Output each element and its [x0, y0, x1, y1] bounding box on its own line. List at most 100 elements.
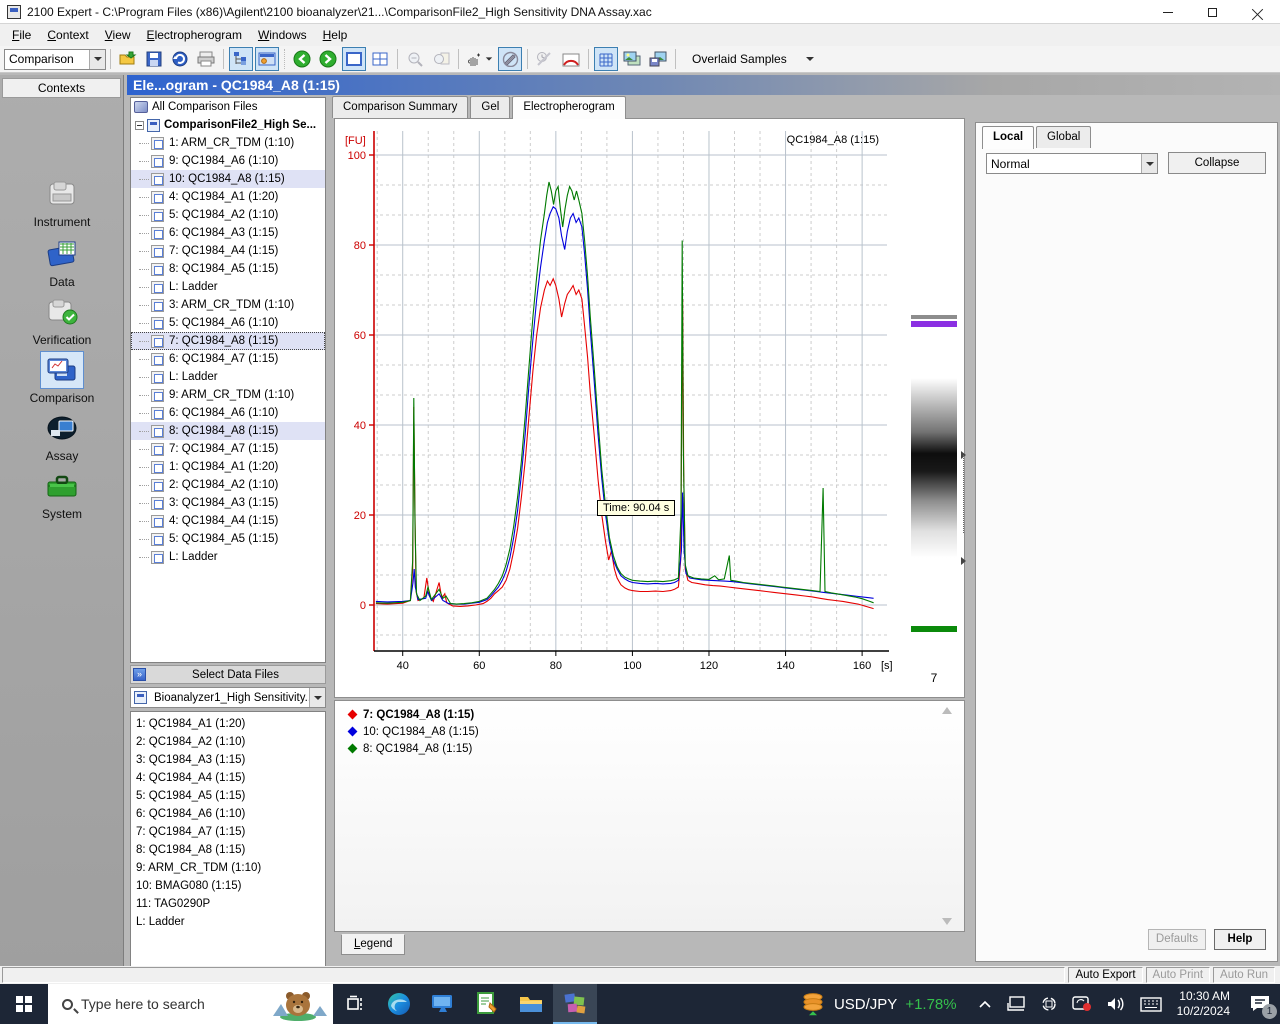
tree-sample-item[interactable]: 1: ARM_CR_TDM (1:10): [131, 134, 325, 152]
tree-sample-item[interactable]: 9: QC1984_A6 (1:10): [131, 152, 325, 170]
start-button[interactable]: [0, 984, 48, 1024]
scroll-down-icon[interactable]: [942, 918, 952, 925]
legend-entry[interactable]: 10: QC1984_A8 (1:15): [335, 723, 964, 740]
open-file-button[interactable]: [116, 47, 140, 71]
tab-gel[interactable]: Gel: [470, 96, 511, 118]
pan-tool-button[interactable]: [464, 47, 496, 71]
undo-button[interactable]: [168, 47, 192, 71]
tree-sample-item[interactable]: 5: QC1984_A6 (1:10): [131, 314, 325, 332]
data-file-item[interactable]: 8: QC1984_A8 (1:15): [131, 841, 325, 859]
data-file-item[interactable]: 4: QC1984_A4 (1:15): [131, 769, 325, 787]
sample-checkbox[interactable]: [151, 154, 164, 168]
context-item-verification[interactable]: Verification: [0, 293, 124, 347]
bioanalyzer-app-button[interactable]: [553, 984, 597, 1024]
sample-checkbox[interactable]: [151, 172, 164, 186]
sample-checkbox[interactable]: [151, 406, 164, 420]
data-file-item[interactable]: 2: QC1984_A2 (1:10): [131, 733, 325, 751]
tree-sample-item[interactable]: L: Ladder: [131, 278, 325, 296]
sample-checkbox[interactable]: [151, 244, 164, 258]
tree-sample-item[interactable]: 6: QC1984_A3 (1:15): [131, 224, 325, 242]
single-view-button[interactable]: [342, 47, 366, 71]
data-file-item[interactable]: L: Ladder: [131, 913, 325, 931]
scale-mode-select[interactable]: Normal: [986, 153, 1158, 174]
tree-sample-item[interactable]: 1: QC1984_A1 (1:20): [131, 458, 325, 476]
tree-sample-item[interactable]: 6: QC1984_A7 (1:15): [131, 350, 325, 368]
data-file-list[interactable]: 1: QC1984_A1 (1:20) 2: QC1984_A2 (1:10) 3:…: [130, 711, 326, 972]
tree-sample-item[interactable]: 3: QC1984_A3 (1:15): [131, 494, 325, 512]
menu-file[interactable]: File: [4, 25, 39, 45]
sample-checkbox[interactable]: [151, 208, 164, 222]
tree-comparison-file[interactable]: ComparisonFile2_High Se...: [131, 116, 325, 134]
data-file-item[interactable]: 9: ARM_CR_TDM (1:10): [131, 859, 325, 877]
tree-sample-item[interactable]: 10: QC1984_A8 (1:15): [131, 170, 325, 188]
menu-view[interactable]: View: [97, 25, 139, 45]
legend-tab[interactable]: Legend: [341, 934, 406, 955]
grid-view-button[interactable]: [368, 47, 392, 71]
scroll-up-icon[interactable]: [942, 707, 952, 714]
gel-lane[interactable]: [909, 121, 959, 667]
tree-sample-item[interactable]: 5: QC1984_A2 (1:10): [131, 206, 325, 224]
sample-checkbox[interactable]: [151, 478, 164, 492]
tab-global[interactable]: Global: [1036, 126, 1092, 148]
tree-sample-item[interactable]: L: Ladder: [131, 368, 325, 386]
sample-checkbox[interactable]: [151, 442, 164, 456]
toggle-panel-button[interactable]: [255, 47, 279, 71]
auto-run-indicator[interactable]: Auto Run: [1213, 967, 1275, 983]
back-button[interactable]: [290, 47, 314, 71]
update-alert-icon[interactable]: [1071, 995, 1092, 1013]
data-file-item[interactable]: 7: QC1984_A7 (1:15): [131, 823, 325, 841]
save-button[interactable]: [142, 47, 166, 71]
sample-checkbox[interactable]: [151, 226, 164, 240]
tree-sample-item[interactable]: 7: QC1984_A8 (1:15): [131, 332, 325, 350]
tree-root[interactable]: All Comparison Files: [131, 98, 325, 116]
toggle-tree-button[interactable]: [229, 47, 253, 71]
collapse-expander-icon[interactable]: [135, 120, 144, 130]
currency-ticker[interactable]: USD/JPY +1.78%: [800, 991, 957, 1017]
data-file-item[interactable]: 11: TAG0290P: [131, 895, 325, 913]
notification-center-button[interactable]: 1: [1240, 984, 1280, 1024]
chevron-double-down-icon[interactable]: »: [133, 668, 146, 681]
legend-entry[interactable]: 8: QC1984_A8 (1:15): [335, 740, 964, 757]
annotation-off-button[interactable]: [498, 47, 522, 71]
task-view-button[interactable]: [333, 984, 377, 1024]
sample-checkbox[interactable]: [151, 280, 164, 294]
volume-icon[interactable]: [1106, 996, 1126, 1012]
data-file-item[interactable]: 6: QC1984_A6 (1:10): [131, 805, 325, 823]
sync-icon[interactable]: [1040, 995, 1058, 1013]
taskbar-clock[interactable]: 10:30 AM 10/2/2024: [1177, 989, 1230, 1019]
context-item-comparison[interactable]: Comparison: [0, 351, 124, 405]
close-button[interactable]: [1235, 0, 1280, 24]
arc-smoothing-button[interactable]: [559, 47, 583, 71]
data-file-select[interactable]: Bioanalyzer1_High Sensitivity...: [130, 687, 326, 708]
maximize-button[interactable]: [1190, 0, 1235, 24]
context-item-system[interactable]: System: [0, 467, 124, 521]
sample-checkbox[interactable]: [151, 496, 164, 510]
data-file-item[interactable]: 5: QC1984_A5 (1:15): [131, 787, 325, 805]
zoom-out-button[interactable]: [403, 47, 427, 71]
data-file-item[interactable]: 10: BMAG080 (1:15): [131, 877, 325, 895]
sample-checkbox[interactable]: [151, 298, 164, 312]
forward-button[interactable]: [316, 47, 340, 71]
menu-help[interactable]: Help: [315, 25, 356, 45]
electropherogram-chart[interactable]: 0 20 40 60 80 100 40 60 80 100 120 140 160 [s] [FU] QC1…: [335, 119, 905, 697]
auto-export-indicator[interactable]: Auto Export: [1068, 967, 1143, 983]
tree-sample-item[interactable]: 4: QC1984_A1 (1:20): [131, 188, 325, 206]
tree-sample-item[interactable]: 2: QC1984_A2 (1:10): [131, 476, 325, 494]
comparison-tree[interactable]: All Comparison Files ComparisonFile2_High…: [130, 97, 326, 663]
report-app-button[interactable]: [465, 984, 509, 1024]
contexts-header[interactable]: Contexts: [2, 78, 121, 98]
tab-electropherogram[interactable]: Electropherogram: [512, 96, 626, 119]
print-button[interactable]: [194, 47, 218, 71]
auto-print-indicator[interactable]: Auto Print: [1145, 967, 1211, 983]
select-data-files-header[interactable]: » Select Data Files: [130, 665, 326, 684]
sample-checkbox[interactable]: [151, 334, 164, 348]
context-item-instrument[interactable]: Instrument: [0, 175, 124, 229]
chevron-down-icon[interactable]: [89, 49, 105, 69]
sample-checkbox[interactable]: [151, 370, 164, 384]
data-file-item[interactable]: 1: QC1984_A1 (1:20): [131, 715, 325, 733]
tab-local[interactable]: Local: [982, 126, 1035, 149]
timer-disabled-button[interactable]: [533, 47, 557, 71]
data-file-item[interactable]: 3: QC1984_A3 (1:15): [131, 751, 325, 769]
collapse-button[interactable]: Collapse: [1168, 152, 1266, 174]
sample-checkbox[interactable]: [151, 388, 164, 402]
